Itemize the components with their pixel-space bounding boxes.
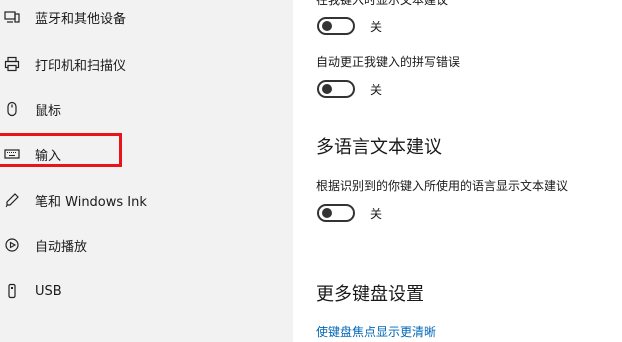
multilingual-suggestions-toggle[interactable] <box>317 204 355 222</box>
sidebar-item-usb[interactable]: USB <box>0 271 293 311</box>
mouse-icon <box>3 100 21 118</box>
autocorrect-label: 自动更正我键入的拼写错误 <box>316 55 461 69</box>
sidebar-item-autoplay[interactable]: 自动播放 <box>0 225 293 265</box>
sidebar-item-label: 蓝牙和其他设备 <box>35 11 127 27</box>
more-keyboard-settings-heading: 更多键盘设置 <box>316 284 424 305</box>
keyboard-icon <box>3 145 21 163</box>
usb-icon <box>3 282 21 300</box>
multilingual-suggestions-label: 根据识别到的你键入所使用的语言显示文本建议 <box>316 179 569 193</box>
autocorrect-toggle[interactable] <box>317 80 355 98</box>
printer-icon <box>3 55 21 73</box>
multilingual-heading: 多语言文本建议 <box>316 137 442 158</box>
autoplay-icon <box>3 236 21 254</box>
sidebar-item-pen[interactable]: 笔和 Windows Ink <box>0 180 293 220</box>
sidebar-item-typing[interactable]: 输入 <box>0 134 293 174</box>
bluetooth-devices-icon <box>3 8 21 26</box>
keyboard-focus-link[interactable]: 使键盘焦点显示更清晰 <box>316 323 436 340</box>
sidebar-item-label: 打印机和扫描仪 <box>35 58 127 74</box>
settings-sidebar: 蓝牙和其他设备 打印机和扫描仪 鼠标 输入 笔和 Windows Ink 自动播… <box>0 0 293 342</box>
toggle-state-label: 关 <box>370 20 383 34</box>
sidebar-item-label: USB <box>35 283 62 299</box>
pen-icon <box>3 191 21 209</box>
sidebar-item-bluetooth[interactable]: 蓝牙和其他设备 <box>0 0 293 37</box>
sidebar-item-label: 自动播放 <box>35 239 88 255</box>
text-suggestions-toggle[interactable] <box>317 17 355 35</box>
sidebar-item-label: 笔和 Windows Ink <box>35 194 147 210</box>
toggle-state-label: 关 <box>370 83 383 97</box>
sidebar-item-label: 鼠标 <box>35 103 62 119</box>
toggle-state-label: 关 <box>370 207 383 221</box>
text-suggestions-label: 在我键入时显示文本建议 <box>316 0 449 7</box>
sidebar-item-mouse[interactable]: 鼠标 <box>0 89 293 129</box>
sidebar-item-label: 输入 <box>35 148 62 164</box>
typing-settings-panel: 在我键入时显示文本建议 关 自动更正我键入的拼写错误 关 多语言文本建议 根据识… <box>293 0 622 342</box>
sidebar-item-printers[interactable]: 打印机和扫描仪 <box>0 44 293 84</box>
